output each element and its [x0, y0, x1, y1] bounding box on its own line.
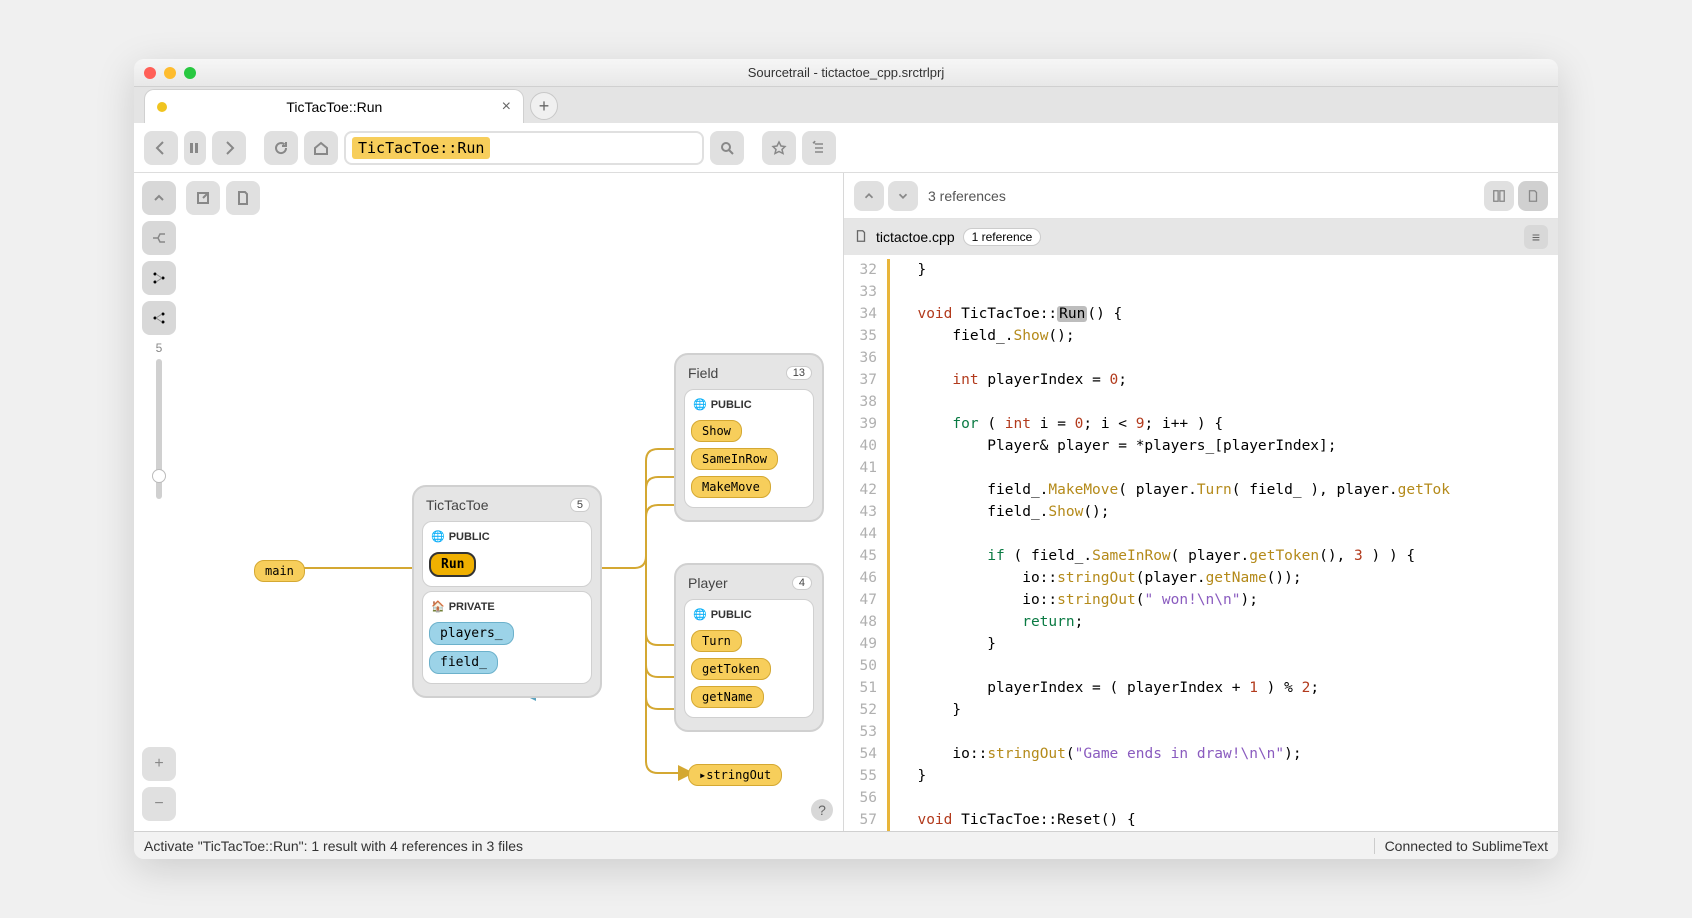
- reference-count: 3 references: [928, 188, 1006, 204]
- ref-next-button[interactable]: [888, 181, 918, 211]
- titlebar: Sourcetrail - tictactoe_cpp.srctrlprj: [134, 59, 1558, 87]
- code-line[interactable]: 33: [844, 281, 1558, 303]
- tab-status-icon: [157, 102, 167, 112]
- tab-bar: TicTacToe::Run × +: [134, 87, 1558, 123]
- add-tab-button[interactable]: +: [530, 92, 558, 120]
- search-chip: TicTacToe::Run: [352, 137, 490, 159]
- code-line[interactable]: 35 field_.Show();: [844, 325, 1558, 347]
- search-input[interactable]: TicTacToe::Run: [344, 131, 704, 165]
- code-line[interactable]: 57 void TicTacToe::Reset() {: [844, 809, 1558, 831]
- code-line[interactable]: 49 }: [844, 633, 1558, 655]
- filename[interactable]: tictactoe.cpp: [876, 229, 955, 245]
- status-connection: Connected to SublimeText: [1374, 838, 1548, 854]
- code-line[interactable]: 42 field_.MakeMove( player.Turn( field_ …: [844, 479, 1558, 501]
- code-header: 3 references: [844, 173, 1558, 219]
- history-button[interactable]: [184, 131, 206, 165]
- globe-icon: 🌐: [693, 608, 707, 621]
- code-line[interactable]: 45 if ( field_.SameInRow( player.getToke…: [844, 545, 1558, 567]
- method-makemove[interactable]: MakeMove: [691, 476, 771, 498]
- view-file-button[interactable]: [1518, 181, 1548, 211]
- field-players[interactable]: players_: [429, 622, 514, 645]
- code-line[interactable]: 43 field_.Show();: [844, 501, 1558, 523]
- method-gettoken[interactable]: getToken: [691, 658, 771, 680]
- code-line[interactable]: 41: [844, 457, 1558, 479]
- status-bar: Activate "TicTacToe::Run": 1 result with…: [134, 831, 1558, 859]
- search-button[interactable]: [710, 131, 744, 165]
- toolbar: TicTacToe::Run: [134, 123, 1558, 173]
- node-tictactoe-title: TicTacToe: [426, 497, 489, 513]
- back-button[interactable]: [144, 131, 178, 165]
- node-stringout[interactable]: ▸stringOut: [688, 761, 782, 789]
- home-button[interactable]: [304, 131, 338, 165]
- main-split: 5 + − ?: [134, 173, 1558, 831]
- code-line[interactable]: 32 }: [844, 259, 1558, 281]
- node-tictactoe[interactable]: TicTacToe 5 🌐 PUBLIC Run 🏠 PRIVATE players…: [412, 485, 602, 698]
- bookmark-button[interactable]: [762, 131, 796, 165]
- node-player[interactable]: Player 4 🌐 PUBLIC Turn getToken getName: [674, 563, 824, 732]
- code-line[interactable]: 54 io::stringOut("Game ends in draw!\n\n…: [844, 743, 1558, 765]
- node-field-count: 13: [786, 366, 812, 380]
- code-line[interactable]: 56: [844, 787, 1558, 809]
- node-tictactoe-count: 5: [570, 498, 590, 512]
- public-header: PUBLIC: [449, 531, 490, 543]
- bookmarks-list-button[interactable]: [802, 131, 836, 165]
- node-player-count: 4: [792, 576, 812, 590]
- forward-button[interactable]: [212, 131, 246, 165]
- public-header: PUBLIC: [711, 399, 752, 411]
- code-line[interactable]: 52 }: [844, 699, 1558, 721]
- code-line[interactable]: 48 return;: [844, 611, 1558, 633]
- node-field-title: Field: [688, 365, 718, 381]
- globe-icon: 🌐: [431, 530, 445, 543]
- file-header: tictactoe.cpp 1 reference ≡: [844, 219, 1558, 255]
- tab-label: TicTacToe::Run: [177, 99, 492, 115]
- app-window: Sourcetrail - tictactoe_cpp.srctrlprj Ti…: [134, 59, 1558, 859]
- globe-icon: 🌐: [693, 398, 707, 411]
- code-line[interactable]: 51 playerIndex = ( playerIndex + 1 ) % 2…: [844, 677, 1558, 699]
- code-line[interactable]: 39 for ( int i = 0; i < 9; i++ ) {: [844, 413, 1558, 435]
- node-field[interactable]: Field 13 🌐 PUBLIC Show SameInRow MakeMove: [674, 353, 824, 522]
- method-run[interactable]: Run: [429, 552, 476, 577]
- code-line[interactable]: 50: [844, 655, 1558, 677]
- field-field[interactable]: field_: [429, 651, 498, 674]
- window-title: Sourcetrail - tictactoe_cpp.srctrlprj: [134, 65, 1558, 80]
- file-menu-button[interactable]: ≡: [1524, 225, 1548, 249]
- method-getname[interactable]: getName: [691, 686, 764, 708]
- file-ref-chip: 1 reference: [963, 228, 1042, 246]
- public-header: PUBLIC: [711, 609, 752, 621]
- node-player-title: Player: [688, 575, 728, 591]
- code-line[interactable]: 37 int playerIndex = 0;: [844, 369, 1558, 391]
- node-main-label: main: [254, 560, 305, 582]
- code-line[interactable]: 40 Player& player = *players_[playerInde…: [844, 435, 1558, 457]
- code-line[interactable]: 46 io::stringOut(player.getName());: [844, 567, 1558, 589]
- node-main[interactable]: main: [254, 557, 305, 585]
- refresh-button[interactable]: [264, 131, 298, 165]
- code-line[interactable]: 38: [844, 391, 1558, 413]
- code-line[interactable]: 36: [844, 347, 1558, 369]
- ref-prev-button[interactable]: [854, 181, 884, 211]
- private-header: PRIVATE: [449, 601, 495, 613]
- code-pane: 3 references tictactoe.cpp 1 reference ≡…: [844, 173, 1558, 831]
- lock-icon: 🏠: [431, 600, 445, 613]
- method-turn[interactable]: Turn: [691, 630, 742, 652]
- view-snippets-button[interactable]: [1484, 181, 1514, 211]
- node-stringout-label: ▸stringOut: [688, 764, 782, 786]
- method-sameinrow[interactable]: SameInRow: [691, 448, 778, 470]
- code-line[interactable]: 47 io::stringOut(" won!\n\n");: [844, 589, 1558, 611]
- status-text: Activate "TicTacToe::Run": 1 result with…: [144, 838, 523, 854]
- method-show[interactable]: Show: [691, 420, 742, 442]
- tab-main[interactable]: TicTacToe::Run ×: [144, 89, 524, 123]
- file-icon: [854, 229, 868, 246]
- code-line[interactable]: 53: [844, 721, 1558, 743]
- graph-pane: 5 + − ?: [134, 173, 844, 831]
- close-tab-icon[interactable]: ×: [502, 98, 511, 116]
- code-line[interactable]: 34 void TicTacToe::Run() {: [844, 303, 1558, 325]
- code-line[interactable]: 55 }: [844, 765, 1558, 787]
- code-view[interactable]: 32 }3334 void TicTacToe::Run() {35 field…: [844, 255, 1558, 831]
- code-line[interactable]: 44: [844, 523, 1558, 545]
